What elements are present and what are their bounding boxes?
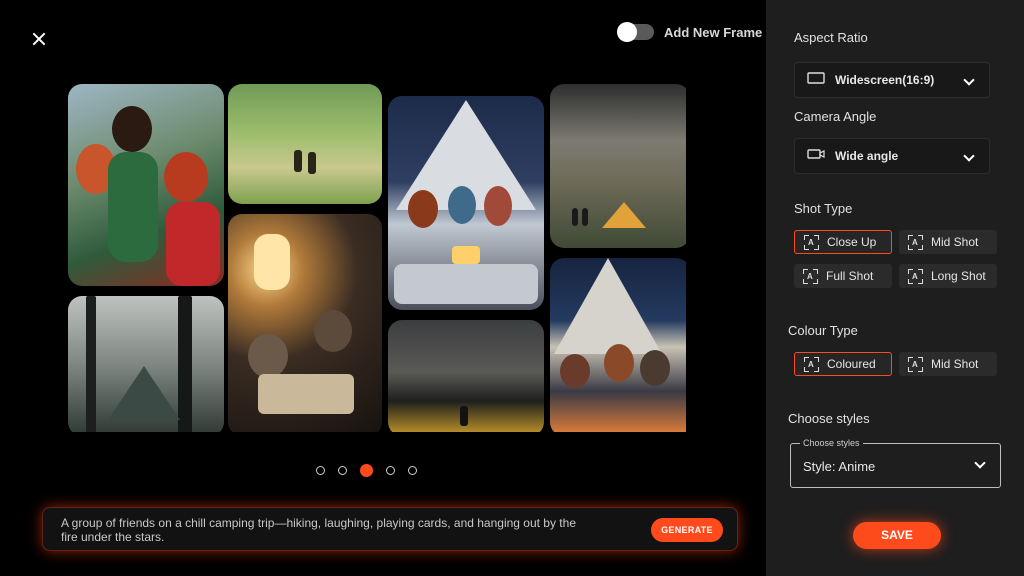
frame-person-icon: A <box>908 356 923 372</box>
shot-type-mid-shot[interactable]: A Mid Shot <box>899 230 997 254</box>
chip-label: Close Up <box>827 235 877 249</box>
lantern-card-game-image[interactable] <box>228 214 382 432</box>
frame-person-icon: A <box>803 268 818 284</box>
page-dot-4[interactable] <box>386 466 395 475</box>
shot-type-label: Shot Type <box>794 201 853 216</box>
friends-walking-image[interactable] <box>68 84 224 286</box>
shot-type-close-up[interactable]: A Close Up <box>794 230 892 254</box>
chevron-down-icon <box>974 457 986 469</box>
styles-value: Style: Anime <box>803 459 876 474</box>
chip-label: Mid Shot <box>931 357 979 371</box>
prompt-text[interactable]: A group of friends on a chill camping tr… <box>61 516 581 544</box>
dark-clouds-field-image[interactable] <box>388 320 544 432</box>
video-camera-icon <box>807 147 825 165</box>
colour-type-label: Colour Type <box>788 323 858 338</box>
add-new-frame-label: Add New Frame <box>664 24 763 40</box>
page-dot-5[interactable] <box>408 466 417 475</box>
campfire-under-stars-image[interactable] <box>550 258 686 432</box>
frame-person-icon: A <box>908 268 923 284</box>
colour-type-mid-shot[interactable]: A Mid Shot <box>899 352 997 376</box>
misty-forest-tent-image[interactable] <box>68 296 224 432</box>
camera-angle-value: Wide angle <box>835 149 899 163</box>
settings-panel: Aspect Ratio Widescreen(16:9) Camera Ang… <box>766 0 1024 576</box>
frame-person-icon: A <box>804 356 819 372</box>
page-dot-2[interactable] <box>338 466 347 475</box>
styles-select[interactable]: Choose styles Style: Anime <box>790 438 1001 488</box>
chevron-down-icon <box>963 74 975 86</box>
aspect-ratio-label: Aspect Ratio <box>794 30 868 45</box>
prompt-input[interactable]: A group of friends on a chill camping tr… <box>42 507 738 551</box>
camera-angle-label: Camera Angle <box>794 109 877 124</box>
forest-path-hikers-image[interactable] <box>228 84 382 204</box>
shot-type-long-shot[interactable]: A Long Shot <box>899 264 997 288</box>
add-new-frame-toggle[interactable] <box>617 22 654 42</box>
frame-person-icon: A <box>804 234 819 250</box>
colour-type-coloured[interactable]: A Coloured <box>794 352 892 376</box>
close-icon[interactable] <box>30 30 48 48</box>
toggle-knob <box>617 22 637 42</box>
choose-styles-label: Choose styles <box>788 411 870 426</box>
chip-label: Full Shot <box>826 269 874 283</box>
stormy-meadow-tent-image[interactable] <box>550 84 686 248</box>
chip-label: Coloured <box>827 357 876 371</box>
image-gallery <box>68 82 686 432</box>
chevron-down-icon <box>963 150 975 162</box>
save-button[interactable]: SAVE <box>853 522 941 549</box>
styles-legend: Choose styles <box>800 438 863 448</box>
aspect-ratio-value: Widescreen(16:9) <box>835 73 935 87</box>
tent-card-game-night-image[interactable] <box>388 96 544 310</box>
screen-icon <box>807 71 825 89</box>
camera-angle-select[interactable]: Wide angle <box>794 138 990 174</box>
frame-person-icon: A <box>908 234 923 250</box>
chip-label: Long Shot <box>931 269 986 283</box>
chip-label: Mid Shot <box>931 235 979 249</box>
page-dot-3-active[interactable] <box>360 464 373 477</box>
generate-button[interactable]: GENERATE <box>651 518 723 542</box>
shot-type-full-shot[interactable]: A Full Shot <box>794 264 892 288</box>
page-dot-1[interactable] <box>316 466 325 475</box>
add-new-frame-toggle-group: Add New Frame <box>617 22 763 42</box>
preview-area: Add New Frame A group of friends on a ch… <box>0 0 766 576</box>
aspect-ratio-select[interactable]: Widescreen(16:9) <box>794 62 990 98</box>
gallery-pagination <box>316 464 417 477</box>
